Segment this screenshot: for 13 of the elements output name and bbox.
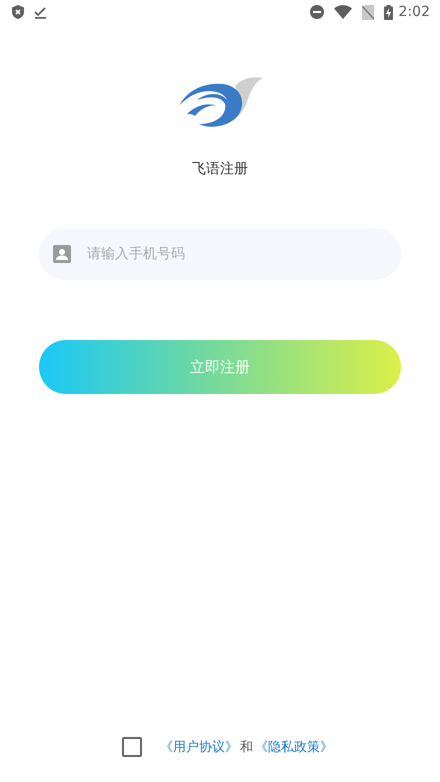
privacy-policy-link[interactable]: 《隐私政策》 <box>255 738 333 756</box>
app-title: 飞语注册 <box>192 160 248 178</box>
battery-charging-icon <box>384 4 393 20</box>
conjunction-text: 和 <box>240 739 253 756</box>
shield-icon <box>12 5 24 19</box>
status-time: 2:02 <box>398 4 430 20</box>
wifi-icon <box>334 5 352 19</box>
user-agreement-link[interactable]: 《用户协议》 <box>160 738 238 756</box>
no-sim-icon <box>362 4 374 20</box>
do-not-disturb-icon <box>310 5 324 19</box>
phone-input-field[interactable]: 请输入手机号码 <box>39 228 401 280</box>
agreement-checkbox[interactable] <box>122 737 142 757</box>
checkmark-icon <box>34 6 47 18</box>
